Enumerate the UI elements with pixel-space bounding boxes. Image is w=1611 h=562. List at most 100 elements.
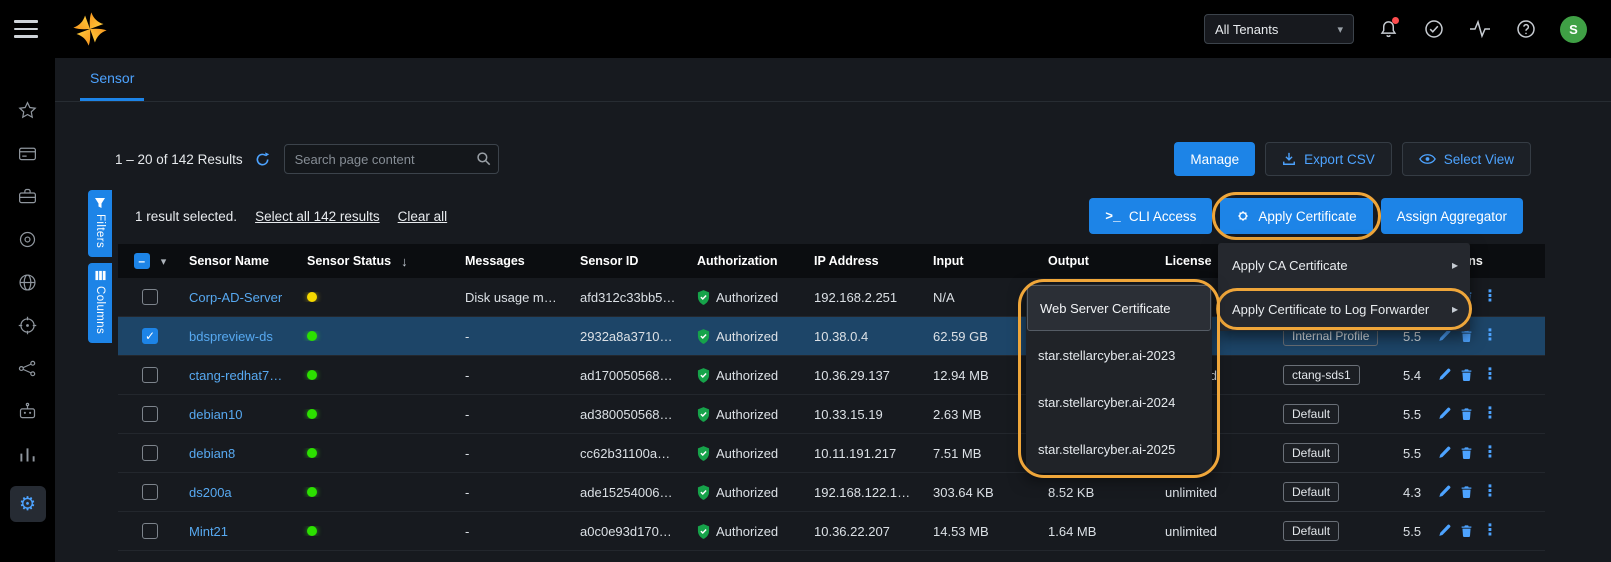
star-icon[interactable] [10,99,46,121]
notifications-bell-icon[interactable] [1376,17,1400,41]
cli-access-button[interactable]: >_ CLI Access [1089,198,1212,234]
select-all-link[interactable]: Select all 142 results [255,209,380,224]
sensor-name-link[interactable]: Corp-AD-Server [189,290,282,305]
row-checkbox[interactable] [142,406,158,422]
authorization-cell: Authorized [716,368,778,383]
delete-icon[interactable] [1460,368,1473,382]
sensor-name-link[interactable]: ctang-redhat7… [189,368,282,383]
filters-tab[interactable]: Filters [88,190,112,257]
header-input[interactable]: Input [926,254,1041,268]
export-csv-button[interactable]: Export CSV [1265,142,1392,176]
submenu-item-cert-2024[interactable]: star.stellarcyber.ai-2024 [1026,379,1212,426]
select-menu-caret-icon[interactable]: ▾ [161,255,167,268]
row-checkbox[interactable] [142,289,158,305]
apply-certificate-button[interactable]: Apply Certificate [1220,198,1372,234]
briefcase-icon[interactable] [10,185,46,207]
sensor-name-link[interactable]: debian8 [189,446,235,461]
header-output[interactable]: Output [1041,254,1158,268]
select-all-checkbox[interactable] [134,253,150,269]
ip-address-cell: 10.11.191.217 [807,446,926,461]
more-actions-icon[interactable]: ⋮ [1482,367,1498,383]
header-authorization[interactable]: Authorization [690,254,807,268]
delete-icon[interactable] [1460,329,1473,343]
more-actions-icon[interactable]: ⋮ [1482,289,1498,305]
columns-tab[interactable]: Columns [88,263,112,343]
settings-gear-icon[interactable]: ⚙ [10,486,46,522]
output-cell: 8.52 KB [1041,485,1158,500]
table-row[interactable]: Mint21 - a0c0e93d170… Authorized 10.36.2… [118,512,1545,551]
submenu-item-web-server-certificate[interactable]: Web Server Certificate [1028,286,1210,330]
input-cell: 7.51 MB [926,446,1041,461]
menu-item-apply-certificate-to-log-forwarder[interactable]: Apply Certificate to Log Forwarder ▸ [1218,287,1470,331]
shield-authorized-icon [697,485,710,500]
header-sensor-id[interactable]: Sensor ID [573,254,690,268]
edit-icon[interactable] [1437,329,1451,343]
delete-icon[interactable] [1460,524,1473,538]
star-logo-icon [72,11,108,47]
stellar-cyber-logo[interactable] [72,11,108,47]
edit-icon[interactable] [1437,485,1451,499]
table-row[interactable]: ctang-redhat7… - ad170050568… Authorized… [118,356,1545,395]
tenant-selector[interactable]: All Tenants ▾ [1204,14,1354,44]
assign-aggregator-button[interactable]: Assign Aggregator [1381,198,1523,234]
sensor-name-link[interactable]: bdspreview-ds [189,329,273,344]
globe-icon[interactable] [10,271,46,293]
submenu-item-cert-2025[interactable]: star.stellarcyber.ai-2025 [1026,426,1212,473]
menu-item-apply-ca-certificate[interactable]: Apply CA Certificate ▸ [1218,243,1470,287]
sensor-name-link[interactable]: ds200a [189,485,232,500]
avatar[interactable]: S [1560,16,1587,43]
delete-icon[interactable] [1460,407,1473,421]
download-icon [1282,152,1296,166]
card-icon[interactable] [10,142,46,164]
chart-icon[interactable] [10,443,46,465]
row-checkbox[interactable] [142,328,158,344]
header-messages[interactable]: Messages [458,254,573,268]
status-dot [307,487,317,497]
help-icon[interactable] [1514,17,1538,41]
sensor-name-link[interactable]: debian10 [189,407,243,422]
status-dot [307,331,317,341]
select-view-button[interactable]: Select View [1402,142,1531,176]
table-row[interactable]: debian8 - cc62b31100a… Authorized 10.11.… [118,434,1545,473]
edit-icon[interactable] [1437,368,1451,382]
more-actions-icon[interactable]: ⋮ [1482,406,1498,422]
network-icon[interactable] [10,357,46,379]
clear-all-link[interactable]: Clear all [398,209,448,224]
delete-icon[interactable] [1460,446,1473,460]
edit-icon[interactable] [1437,446,1451,460]
delete-icon[interactable] [1460,485,1473,499]
more-actions-icon[interactable]: ⋮ [1482,484,1498,500]
search-input[interactable] [284,144,499,174]
header-sensor-status[interactable]: Sensor Status ↓ [300,254,458,269]
more-actions-icon[interactable]: ⋮ [1482,523,1498,539]
health-check-icon[interactable] [1422,17,1446,41]
header-sensor-name[interactable]: Sensor Name [182,254,300,268]
edit-icon[interactable] [1437,407,1451,421]
edit-icon[interactable] [1437,524,1451,538]
table-row[interactable]: ds200a - ade15254006… Authorized 192.168… [118,473,1545,512]
activity-pulse-icon[interactable] [1468,17,1492,41]
refresh-icon[interactable] [255,152,270,167]
target-icon[interactable] [10,314,46,336]
more-actions-icon[interactable]: ⋮ [1482,445,1498,461]
app-window: All Tenants ▾ [0,0,1611,562]
tab-sensor[interactable]: Sensor [80,70,144,101]
submenu-item-cert-2023[interactable]: star.stellarcyber.ai-2023 [1026,332,1212,379]
more-actions-icon[interactable]: ⋮ [1482,328,1498,344]
menu-icon[interactable] [14,20,40,38]
row-checkbox[interactable] [142,367,158,383]
status-dot [307,292,317,302]
shield-authorized-icon [697,290,710,305]
table-row[interactable]: debian10 - ad380050568… Authorized 10.33… [118,395,1545,434]
robot-icon[interactable] [10,400,46,422]
disc-icon[interactable] [10,228,46,250]
manage-button[interactable]: Manage [1174,142,1255,176]
version-cell: 5.5 [1396,407,1430,422]
messages-cell: - [458,329,573,344]
header-ip-address[interactable]: IP Address [807,254,926,268]
sensor-name-link[interactable]: Mint21 [189,524,228,539]
row-checkbox[interactable] [142,445,158,461]
row-checkbox[interactable] [142,523,158,539]
shield-authorized-icon [697,368,710,383]
row-checkbox[interactable] [142,484,158,500]
